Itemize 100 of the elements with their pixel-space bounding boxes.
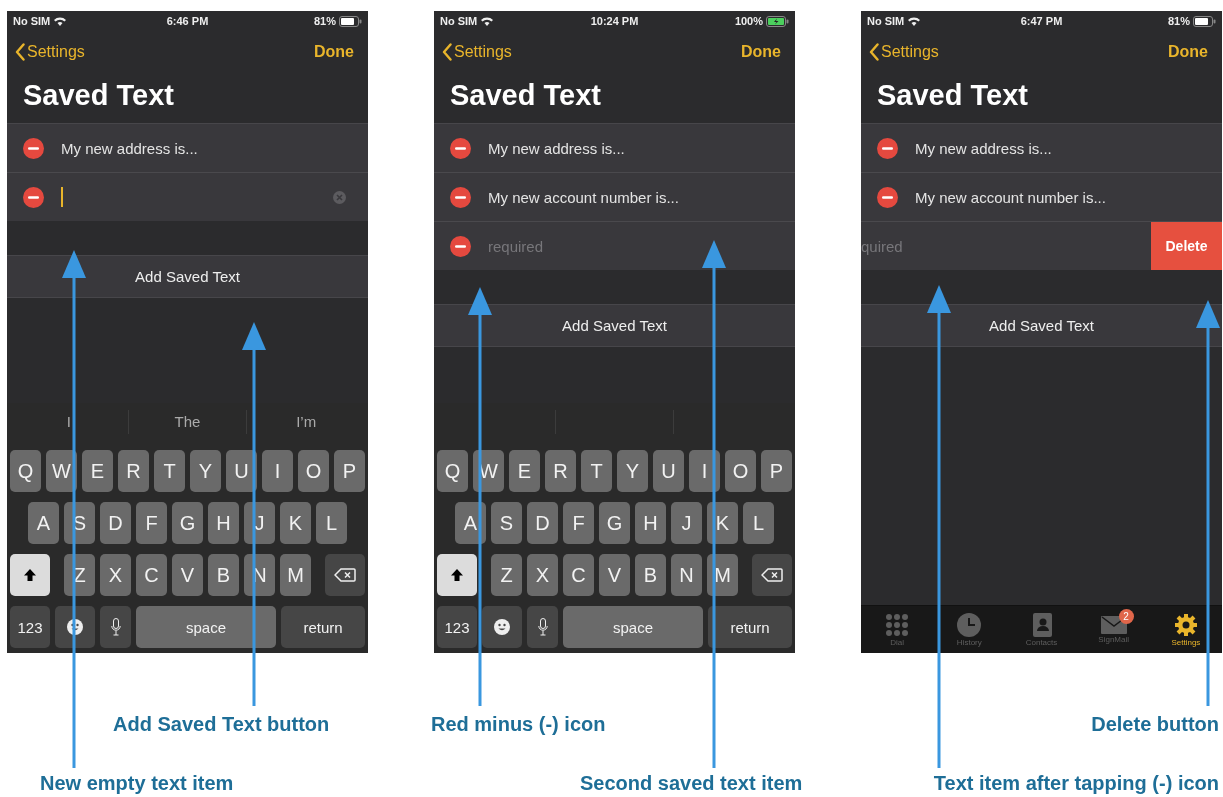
- keyboard-key[interactable]: J: [671, 502, 702, 544]
- space-key[interactable]: space: [136, 606, 276, 648]
- keyboard-key[interactable]: Q: [10, 450, 41, 492]
- minus-icon[interactable]: [877, 137, 898, 159]
- keyboard-key[interactable]: P: [334, 450, 365, 492]
- done-button[interactable]: Done: [1168, 42, 1208, 61]
- minus-icon[interactable]: [450, 186, 471, 208]
- text-input-field[interactable]: required: [488, 237, 795, 255]
- back-button[interactable]: Settings: [442, 42, 512, 61]
- carrier-text: No SIM: [13, 15, 51, 27]
- minus-icon[interactable]: [23, 186, 44, 208]
- keyboard-key[interactable]: T: [581, 450, 612, 492]
- minus-icon[interactable]: [450, 235, 471, 257]
- keyboard-key[interactable]: S: [491, 502, 522, 544]
- keyboard-key[interactable]: H: [635, 502, 666, 544]
- keyboard-key[interactable]: C: [136, 554, 167, 596]
- keyboard-key[interactable]: M: [280, 554, 311, 596]
- shift-key[interactable]: [437, 554, 477, 596]
- done-button[interactable]: Done: [741, 42, 781, 61]
- microphone-icon: [110, 618, 121, 636]
- keyboard-key[interactable]: B: [208, 554, 239, 596]
- minus-icon[interactable]: [23, 137, 44, 159]
- minus-icon[interactable]: [877, 186, 898, 208]
- text-cursor: [61, 187, 63, 207]
- keyboard-key[interactable]: Z: [491, 554, 522, 596]
- keyboard-key[interactable]: E: [82, 450, 113, 492]
- keyboard-key[interactable]: R: [545, 450, 576, 492]
- tab-label: History: [956, 637, 982, 647]
- delete-button[interactable]: Delete: [1151, 222, 1222, 270]
- up-arrow-icon: [23, 568, 37, 582]
- done-button[interactable]: Done: [314, 42, 354, 61]
- keyboard-key[interactable]: P: [761, 450, 792, 492]
- keyboard-key[interactable]: H: [208, 502, 239, 544]
- keyboard-key[interactable]: U: [653, 450, 684, 492]
- keyboard-key[interactable]: K: [280, 502, 311, 544]
- return-key[interactable]: return: [281, 606, 365, 648]
- backspace-key[interactable]: [752, 554, 792, 596]
- keyboard-key[interactable]: N: [671, 554, 702, 596]
- callout-label: Red minus (-) icon: [431, 713, 606, 736]
- keyboard-key[interactable]: F: [563, 502, 594, 544]
- keyboard-key[interactable]: Z: [64, 554, 95, 596]
- keyboard-key[interactable]: L: [316, 502, 347, 544]
- backspace-icon: [334, 568, 356, 582]
- tab-label: Settings: [1171, 637, 1201, 647]
- shift-key[interactable]: [10, 554, 50, 596]
- keyboard-key[interactable]: V: [172, 554, 203, 596]
- keyboard-key[interactable]: V: [599, 554, 630, 596]
- keyboard-key[interactable]: D: [100, 502, 131, 544]
- chevron-left-icon: [442, 42, 452, 61]
- up-arrow-icon: [450, 568, 464, 582]
- keyboard-key[interactable]: U: [226, 450, 257, 492]
- keyboard-key[interactable]: T: [154, 450, 185, 492]
- suggestion-button[interactable]: The: [128, 403, 247, 440]
- keyboard-key[interactable]: O: [725, 450, 756, 492]
- add-saved-text-button[interactable]: Add Saved Text: [7, 255, 368, 298]
- keyboard-key[interactable]: G: [599, 502, 630, 544]
- add-saved-text-button[interactable]: Add Saved Text: [861, 304, 1222, 347]
- backspace-key[interactable]: [325, 554, 365, 596]
- return-key[interactable]: return: [708, 606, 792, 648]
- keyboard-key[interactable]: F: [136, 502, 167, 544]
- callout-label: Add Saved Text button: [113, 713, 330, 736]
- keyboard-key[interactable]: A: [28, 502, 59, 544]
- back-button[interactable]: Settings: [869, 42, 939, 61]
- keypad-icon: [885, 612, 910, 637]
- dictation-key[interactable]: [100, 606, 131, 648]
- keyboard-key[interactable]: G: [172, 502, 203, 544]
- space-key[interactable]: space: [563, 606, 703, 648]
- keyboard-key[interactable]: X: [100, 554, 131, 596]
- keyboard-key[interactable]: Y: [190, 450, 221, 492]
- saved-text-item: My new address is...: [488, 139, 625, 157]
- emoji-key[interactable]: [55, 606, 95, 648]
- suggestion-button[interactable]: I’m: [247, 403, 365, 440]
- keyboard-key[interactable]: D: [527, 502, 558, 544]
- wifi-icon: [480, 16, 495, 26]
- keyboard-key[interactable]: J: [244, 502, 275, 544]
- keyboard-key[interactable]: C: [563, 554, 594, 596]
- keyboard-key[interactable]: Q: [437, 450, 468, 492]
- add-saved-text-button[interactable]: Add Saved Text: [434, 304, 795, 347]
- emoji-key[interactable]: [482, 606, 522, 648]
- keyboard-key[interactable]: I: [262, 450, 293, 492]
- keyboard-key[interactable]: X: [527, 554, 558, 596]
- back-button[interactable]: Settings: [15, 42, 85, 61]
- keyboard-key[interactable]: Y: [617, 450, 648, 492]
- numbers-key[interactable]: 123: [10, 606, 50, 648]
- tab-item[interactable]: Contacts: [1005, 606, 1078, 653]
- tab-item[interactable]: SignMail 2: [1077, 606, 1150, 653]
- keyboard-key[interactable]: B: [635, 554, 666, 596]
- chevron-left-icon: [15, 42, 25, 61]
- carrier-text: No SIM: [867, 15, 905, 27]
- tab-item[interactable]: History: [933, 606, 1006, 653]
- keyboard-key[interactable]: L: [743, 502, 774, 544]
- minus-icon[interactable]: [450, 137, 471, 159]
- keyboard-key[interactable]: E: [509, 450, 540, 492]
- keyboard-key[interactable]: R: [118, 450, 149, 492]
- numbers-key[interactable]: 123: [437, 606, 477, 648]
- keyboard-key[interactable]: O: [298, 450, 329, 492]
- suggestion-button[interactable]: I: [10, 403, 128, 440]
- dictation-key[interactable]: [527, 606, 558, 648]
- keyboard-key[interactable]: W: [46, 450, 77, 492]
- tab-item[interactable]: Dial: [861, 606, 934, 653]
